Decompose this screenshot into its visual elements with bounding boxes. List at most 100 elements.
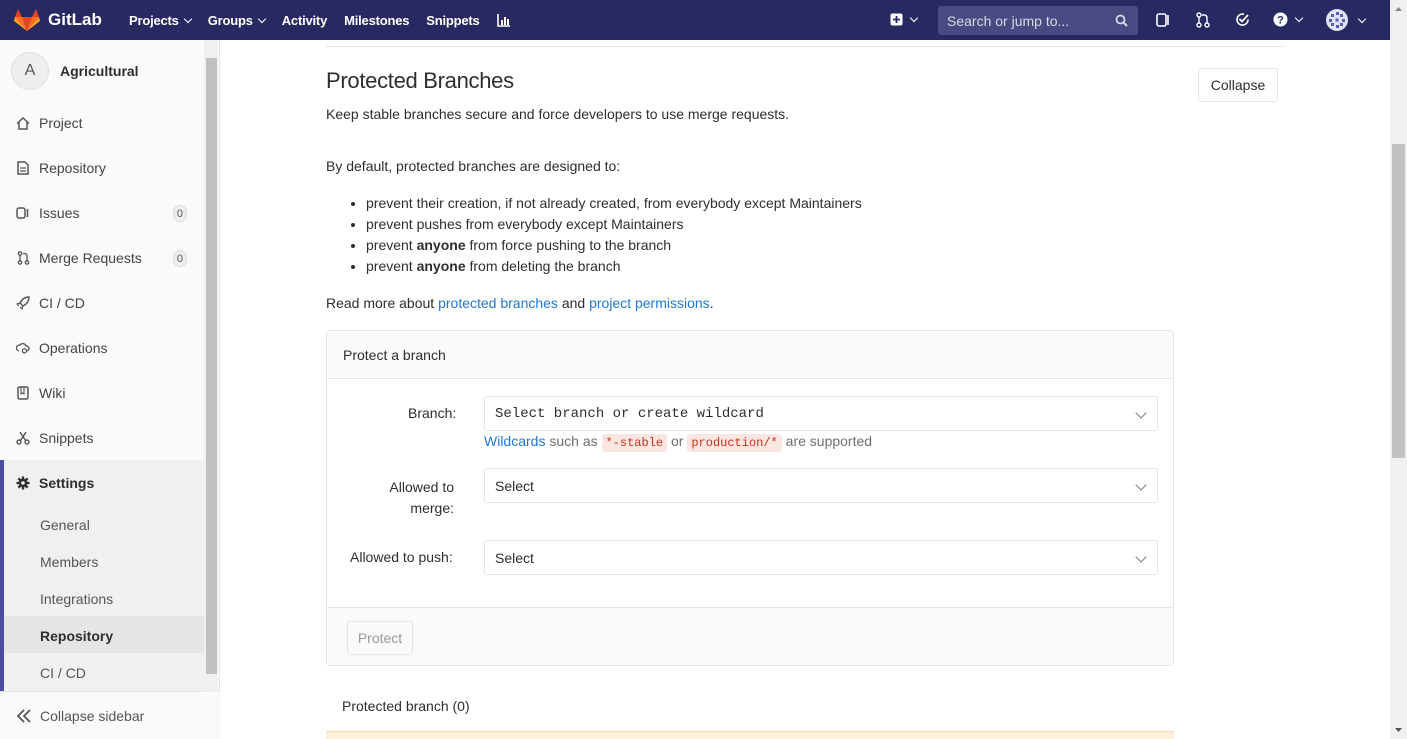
hint-text: are supported	[781, 433, 873, 449]
protected-branches-link[interactable]: protected branches	[438, 295, 558, 311]
plus-square-icon	[890, 13, 903, 26]
scroll-up-arrow-icon[interactable]	[1390, 2, 1407, 16]
sidebar-item-issues[interactable]: Issues 0	[0, 193, 204, 233]
project-permissions-link[interactable]: project permissions	[589, 295, 710, 311]
page-title: Protected Branches	[326, 68, 514, 93]
sidebar-sub-repository[interactable]: Repository	[40, 628, 113, 644]
sidebar-item-ci-cd[interactable]: CI / CD	[0, 283, 204, 323]
merge-label-line: merge:	[410, 500, 454, 516]
protect-button[interactable]: Protect	[347, 621, 413, 655]
sidebar-item-snippets[interactable]: Snippets	[0, 418, 204, 458]
brand-name: GitLab	[48, 10, 102, 29]
chevron-down-icon	[1135, 479, 1147, 491]
sidebar-item-project[interactable]: Project	[0, 103, 204, 143]
sidebar-item-settings[interactable]: Settings	[4, 463, 204, 503]
nav-projects[interactable]: Projects	[129, 12, 192, 28]
allowed-to-merge-select[interactable]: Select	[484, 468, 1158, 503]
wildcards-link[interactable]: Wildcards	[484, 433, 545, 449]
section-divider	[326, 46, 1284, 47]
sidebar-item-label: Wiki	[39, 385, 66, 401]
chevron-down-icon	[1135, 407, 1147, 419]
todos-nav-button[interactable]	[1235, 12, 1250, 27]
scroll-down-arrow-icon[interactable]	[1390, 723, 1407, 737]
help-dropdown[interactable]: ?	[1273, 12, 1304, 27]
allowed-to-merge-label: Allowed to merge:	[387, 477, 454, 519]
sidebar-item-label: Operations	[39, 340, 108, 356]
sidebar-item-label: Settings	[39, 475, 95, 491]
nav-milestones[interactable]: Milestones	[344, 13, 409, 28]
chevron-down-icon	[183, 14, 192, 23]
sidebar-item-merge-requests[interactable]: Merge Requests 0	[0, 238, 204, 278]
gitlab-logo-icon	[14, 9, 40, 31]
section-description: Keep stable branches secure and force de…	[326, 106, 790, 122]
merge-request-icon	[17, 251, 29, 265]
sidebar-sub-general[interactable]: General	[40, 517, 90, 533]
sidebar-scrollbar-thumb[interactable]	[206, 58, 217, 674]
brand-link[interactable]: GitLab	[0, 8, 118, 32]
sidebar-item-repository[interactable]: Repository	[0, 148, 204, 188]
doc-icon	[17, 161, 29, 175]
new-dropdown[interactable]	[890, 13, 919, 26]
sidebar-sub-ci-cd[interactable]: CI / CD	[40, 665, 86, 681]
collapse-sidebar-label: Collapse sidebar	[40, 707, 145, 724]
form-header: Protect a branch	[327, 331, 1173, 379]
nav-snippets[interactable]: Snippets	[426, 13, 479, 28]
rule-text: prevent their creation, if not already c…	[366, 195, 862, 211]
nav-activity[interactable]: Activity	[281, 12, 328, 28]
wildcard-hint: Wildcards such as *-stable or production…	[484, 433, 873, 452]
rule-emphasis: anyone	[416, 258, 466, 274]
nav-snippets-label: Snippets	[426, 12, 480, 28]
sidebar-sub-integrations[interactable]: Integrations	[40, 591, 113, 607]
merge-requests-count-badge: 0	[172, 250, 187, 267]
search-box[interactable]	[938, 6, 1138, 35]
list-item: prevent pushes from everybody except Mai…	[366, 216, 862, 237]
rule-text: prevent pushes from everybody except Mai…	[366, 216, 684, 232]
home-icon	[16, 116, 30, 130]
project-name: Agricultural	[60, 63, 139, 79]
project-avatar: A	[11, 52, 49, 90]
issues-icon	[16, 207, 29, 219]
sidebar-item-label: Merge Requests	[39, 250, 142, 266]
collapse-sidebar-button[interactable]: Collapse sidebar	[0, 691, 220, 739]
todo-check-icon	[1236, 13, 1249, 26]
allowed-to-push-select[interactable]: Select	[484, 540, 1158, 575]
hint-code-production: production/*	[687, 434, 782, 452]
merge-select-value: Select	[495, 477, 534, 494]
nav-projects-label: Projects	[129, 12, 179, 28]
page-scrollbar-thumb[interactable]	[1392, 144, 1405, 458]
issues-count-badge: 0	[172, 205, 187, 222]
sidebar-item-wiki[interactable]: Wiki	[0, 373, 204, 413]
merge-requests-nav-button[interactable]	[1196, 12, 1210, 28]
allowed-to-push-label: Allowed to push:	[350, 549, 453, 565]
empty-list-warning	[326, 731, 1174, 739]
nav-groups[interactable]: Groups	[208, 13, 266, 28]
issues-nav-button[interactable]	[1156, 12, 1171, 28]
nav-analytics[interactable]	[496, 13, 511, 27]
branch-select[interactable]: Select branch or create wildcard	[484, 396, 1158, 431]
collapse-section-button[interactable]: Collapse	[1198, 68, 1278, 102]
sidebar-item-operations[interactable]: Operations	[0, 328, 204, 368]
merge-label-line: Allowed to	[389, 479, 454, 495]
protected-branches-count: Protected branch (0)	[342, 698, 470, 714]
project-sidebar: A Agricultural Project Repository Issues…	[0, 40, 220, 739]
branch-select-value: Select branch or create wildcard	[495, 405, 764, 422]
nav-activity-label: Activity	[281, 12, 328, 28]
rule-text: prevent	[366, 258, 417, 274]
issues-icon	[1156, 13, 1169, 27]
sidebar-item-label: CI / CD	[39, 295, 85, 311]
sidebar-item-label: Snippets	[39, 430, 94, 446]
merge-request-icon	[1196, 12, 1210, 28]
sidebar-item-label: Project	[39, 115, 83, 131]
read-more-prefix: Read more about	[326, 295, 439, 311]
rules-intro: By default, protected branches are desig…	[326, 158, 621, 174]
bar-chart-icon	[496, 14, 510, 27]
search-input[interactable]	[947, 12, 1107, 29]
rule-text: from deleting the branch	[465, 258, 621, 274]
sidebar-item-label: Issues	[39, 205, 80, 221]
rule-text: from force pushing to the branch	[465, 237, 672, 253]
sidebar-sub-members[interactable]: Members	[40, 554, 98, 570]
user-menu[interactable]	[1325, 8, 1367, 32]
sidebar-project-header[interactable]: A Agricultural	[11, 52, 139, 90]
list-item: prevent anyone from force pushing to the…	[366, 237, 862, 258]
double-chevron-left-icon	[16, 708, 31, 723]
